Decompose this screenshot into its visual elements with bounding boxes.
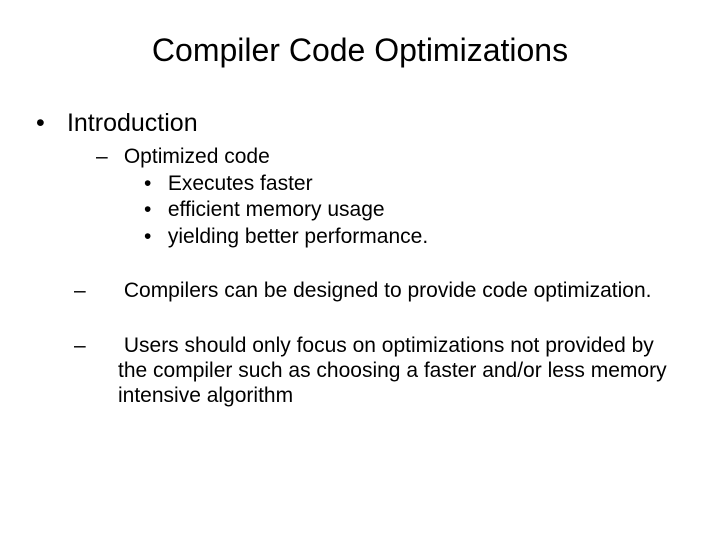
spacer bbox=[40, 250, 680, 278]
level1-text: Introduction bbox=[67, 109, 198, 137]
level2-text: Compilers can be designed to provide cod… bbox=[124, 279, 652, 302]
level3-item: efficient memory usage bbox=[144, 197, 680, 222]
level2-text: Users should only focus on optimizations… bbox=[118, 334, 667, 407]
level2-item: Users should only focus on optimizations… bbox=[96, 333, 680, 409]
level2-item: Compilers can be designed to provide cod… bbox=[96, 278, 680, 303]
spacer bbox=[40, 305, 680, 333]
level3-text: efficient memory usage bbox=[168, 198, 385, 221]
level3-text: yielding better performance. bbox=[168, 225, 428, 248]
level3-item: yielding better performance. bbox=[144, 224, 680, 249]
level2-text: Optimized code bbox=[124, 145, 270, 168]
level3-item: Executes faster bbox=[144, 171, 680, 196]
level3-text: Executes faster bbox=[168, 172, 313, 195]
slide-title: Compiler Code Optimizations bbox=[40, 32, 680, 69]
level2-item: Optimized code bbox=[96, 144, 680, 169]
level1-item: Introduction bbox=[40, 109, 680, 138]
